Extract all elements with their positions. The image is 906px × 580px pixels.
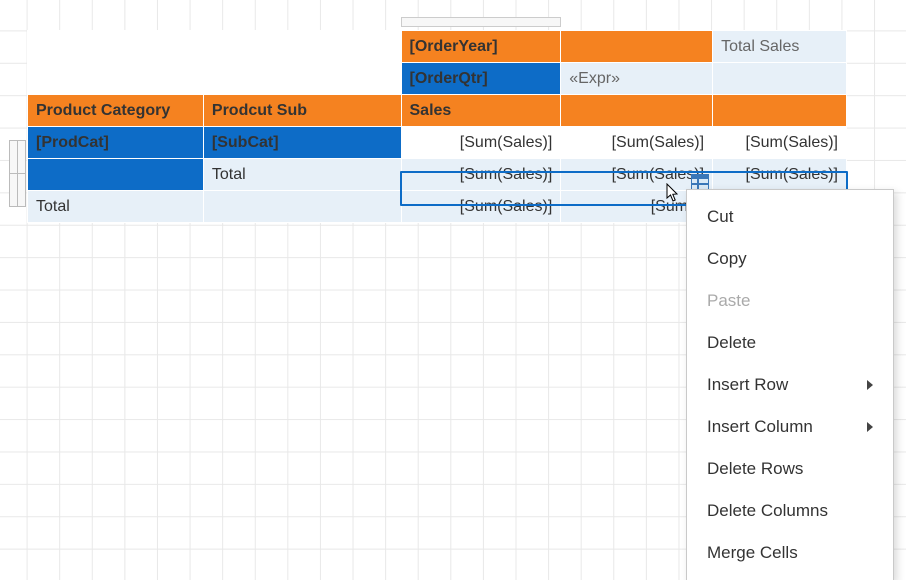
cell-sales-hdr-3[interactable] xyxy=(713,95,847,127)
menu-insert-row-label: Insert Row xyxy=(707,375,788,395)
menu-delete-columns[interactable]: Delete Columns xyxy=(687,490,893,532)
cell-expr-label: «Expr» xyxy=(569,70,620,87)
cell-subcat[interactable]: [SubCat] xyxy=(203,127,401,159)
menu-delete-rows[interactable]: Delete Rows xyxy=(687,448,893,490)
grandtotal-text: Total xyxy=(36,198,70,215)
cell-grandtotal-label[interactable]: Total xyxy=(28,191,204,223)
cell-sales-hdr[interactable]: Sales xyxy=(401,95,561,127)
cell-prodcat[interactable]: [ProdCat] xyxy=(28,127,204,159)
field-selector-icon[interactable] xyxy=(691,174,709,190)
menu-insert-row[interactable]: Insert Row xyxy=(687,364,893,406)
cell-prodcat-span[interactable] xyxy=(28,159,204,191)
cell-orderyear-span[interactable] xyxy=(561,31,713,63)
chevron-right-icon xyxy=(867,422,873,432)
cell-totalsales-hdr[interactable]: Total Sales xyxy=(713,31,847,63)
cell-orderqtr[interactable]: [OrderQtr] xyxy=(401,63,561,95)
menu-delete[interactable]: Delete xyxy=(687,322,893,364)
menu-merge-cells-label: Merge Cells xyxy=(707,543,798,563)
cell-sum-sub-2[interactable]: [Sum(Sales)] xyxy=(561,159,713,191)
cell-blank-1[interactable] xyxy=(28,31,204,63)
menu-paste-label: Paste xyxy=(707,291,750,311)
menu-insert-column-label: Insert Column xyxy=(707,417,813,437)
menu-delete-columns-label: Delete Columns xyxy=(707,501,828,521)
menu-cut-label: Cut xyxy=(707,207,733,227)
cell-sales-hdr-2[interactable] xyxy=(561,95,713,127)
cell-expr[interactable]: «Expr» xyxy=(561,63,713,95)
menu-delete-label: Delete xyxy=(707,333,756,353)
row-handle-inner-2[interactable] xyxy=(17,173,26,207)
cell-totalsales-label: Total Sales xyxy=(721,38,799,55)
cell-sum-g1[interactable]: [Sum(Sales)] xyxy=(401,191,561,223)
cell-orderyear[interactable]: [OrderYear] xyxy=(401,31,561,63)
menu-paste: Paste xyxy=(687,280,893,322)
cell-blank-3[interactable] xyxy=(28,63,204,95)
menu-insert-column[interactable]: Insert Column xyxy=(687,406,893,448)
cell-prodsub-hdr[interactable]: Prodcut Sub xyxy=(203,95,401,127)
cell-blank-5[interactable] xyxy=(713,63,847,95)
cell-sum-1[interactable]: [Sum(Sales)] xyxy=(401,127,561,159)
menu-copy-label: Copy xyxy=(707,249,747,269)
menu-cut[interactable]: Cut xyxy=(687,196,893,238)
cell-sum-2[interactable]: [Sum(Sales)] xyxy=(561,127,713,159)
cell-blank-2[interactable] xyxy=(203,31,401,63)
row-handle-inner-1[interactable] xyxy=(17,140,26,174)
cell-blank-4[interactable] xyxy=(203,63,401,95)
cell-sum-sub-1[interactable]: [Sum(Sales)] xyxy=(401,159,561,191)
cell-grandtotal-blank[interactable] xyxy=(203,191,401,223)
cell-prodcat-hdr[interactable]: Product Category xyxy=(28,95,204,127)
cell-sum-sub-3[interactable]: [Sum(Sales)] xyxy=(713,159,847,191)
menu-merge-cells[interactable]: Merge Cells xyxy=(687,532,893,574)
subtotal-text: Total xyxy=(212,166,246,183)
cell-subtotal-label[interactable]: Total xyxy=(203,159,401,191)
menu-delete-rows-label: Delete Rows xyxy=(707,459,803,479)
cell-sum-3[interactable]: [Sum(Sales)] xyxy=(713,127,847,159)
chevron-right-icon xyxy=(867,380,873,390)
context-menu: Cut Copy Paste Delete Insert Row Insert … xyxy=(686,189,894,580)
menu-copy[interactable]: Copy xyxy=(687,238,893,280)
column-handle[interactable] xyxy=(401,17,561,27)
